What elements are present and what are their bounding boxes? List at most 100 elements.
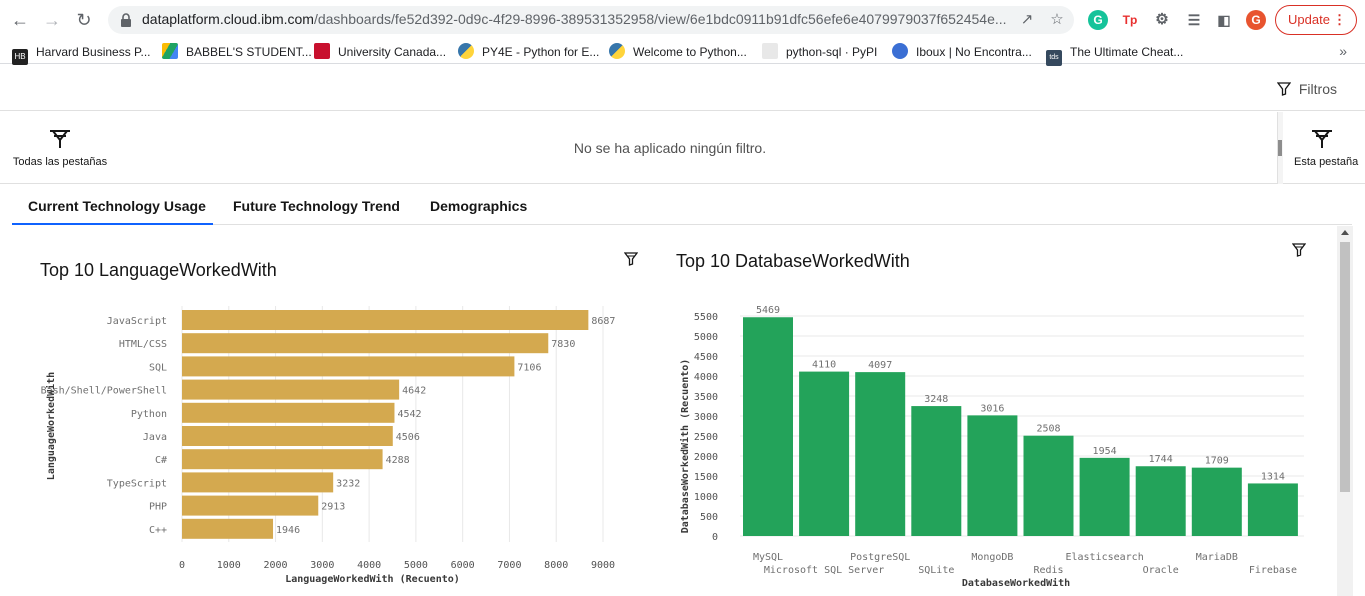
bookmark-label: BABBEL'S STUDENT... [186,45,312,59]
bar [799,371,850,536]
data-label: 7830 [551,339,575,350]
lock-icon [121,13,131,27]
data-label: 7106 [517,362,541,373]
x-tick-label: Redis [1033,565,1063,576]
all-tabs-label: Todas las pestañas [12,156,108,168]
y-tick-label: Bash/Shell/PowerShell [41,386,167,397]
data-label: 1314 [1261,471,1285,482]
data-label: 5469 [756,305,780,316]
bar [182,472,334,493]
forward-arrow-icon[interactable]: → [40,8,64,32]
y-tick-label: 3000 [694,412,718,423]
x-tick-label: 3000 [310,560,334,571]
bar [182,333,549,354]
filter-strip: Todas las pestañas No se ha aplicado nin… [0,112,1365,184]
this-tab-label: Esta pestaña [1294,156,1359,168]
bar [182,518,274,539]
y-tick-label: Java [143,432,167,443]
back-arrow-icon[interactable]: ← [8,8,32,32]
puzzle-extensions-icon[interactable]: ⚙ [1152,10,1172,30]
bar [182,356,515,377]
url-path: /dashboards/fe52d392-0d9c-4f29-8996-3895… [313,11,1007,27]
data-label: 2913 [321,502,345,513]
y-tick-label: C++ [149,525,167,536]
bookmark-label: python-sql · PyPI [786,45,878,59]
side-panel-icon[interactable]: ◧ [1214,10,1234,30]
vertical-scrollbar[interactable] [1337,226,1353,596]
no-filter-message: No se ha aplicado ningún filtro. [573,140,767,156]
scroll-up-arrow-icon[interactable] [1341,230,1349,235]
filter-icon [1276,82,1291,96]
x-tick-label: Elasticsearch [1065,552,1143,563]
bar [1135,466,1186,536]
bar [182,379,400,400]
tp-extension-icon[interactable]: Tp [1120,10,1140,30]
bookmark-item[interactable]: University Canada... [314,43,446,61]
y-tick-label: 0 [712,532,718,543]
database-bar-chart: 0 500 1000 1500 2000 2500 3000 3500 4000 4500 5000… [679,305,1304,589]
tab-demographics[interactable]: Demographics [430,198,527,214]
share-icon[interactable]: ↗ [1018,11,1036,29]
update-button[interactable]: Update ⋮ [1275,5,1357,35]
bar [911,406,962,536]
bar [182,449,383,470]
bookmark-item[interactable]: BABBEL'S STUDENT... [162,43,312,61]
data-label: 3016 [980,403,1004,414]
bookmark-label: Harvard Business P... [36,45,151,59]
bookmark-item[interactable]: PY4E - Python for E... [458,43,599,61]
y-tick-label: PHP [149,502,167,513]
data-label: 4288 [386,455,410,466]
media-queue-icon[interactable]: ☰ [1184,10,1204,30]
x-tick-label: 7000 [497,560,521,571]
bookmark-item[interactable]: HB Harvard Business P... [12,43,151,65]
bookmark-item[interactable]: Welcome to Python... [609,43,747,61]
grammarly-icon[interactable]: G [1088,10,1108,30]
y-tick-label: TypeScript [107,478,167,489]
bookmark-item[interactable]: python-sql · PyPI [762,43,877,61]
bar [743,317,793,536]
filters-button[interactable]: Filtros [1276,81,1337,97]
y-tick-label: 1000 [694,492,718,503]
data-label: 4110 [812,360,836,371]
data-label: 1709 [1205,456,1229,467]
reload-icon[interactable]: ↻ [72,8,96,32]
bookmark-label: The Ultimate Cheat... [1070,45,1184,59]
bookmark-item[interactable]: Iboux | No Encontra... [892,43,1032,61]
tab-future-technology-trend[interactable]: Future Technology Trend [233,198,400,214]
profile-avatar[interactable]: G [1246,10,1266,30]
this-tab-filter-drop[interactable]: Esta pestaña [1294,128,1365,168]
data-label: 4542 [397,409,421,420]
bar [182,310,589,330]
pypi-icon [762,43,778,59]
data-label: 2508 [1036,424,1060,435]
tab-current-technology-usage[interactable]: Current Technology Usage [28,198,206,214]
database-chart-panel[interactable]: Top 10 DatabaseWorkedWith 0 500 1000 1500 20… [652,226,1337,596]
data-label: 3232 [336,478,360,489]
ucw-icon [314,43,330,59]
y-tick-label: 2000 [694,452,718,463]
url-host: dataplatform.cloud.ibm.com [142,11,314,27]
more-bookmarks-icon[interactable]: » [1339,43,1347,59]
address-bar[interactable]: dataplatform.cloud.ibm.com/dashboards/fe… [108,6,1074,34]
dashboard-header: Filtros [0,70,1365,111]
bookmark-item[interactable]: tds The Ultimate Cheat... [1046,43,1184,66]
x-tick-label: 0 [179,560,185,571]
y-tick-label: 5500 [694,312,718,323]
x-axis-title: DatabaseWorkedWith [962,577,1070,589]
all-tabs-filter-drop[interactable]: Todas las pestañas [10,128,110,168]
bar [182,426,393,446]
x-tick-label: 4000 [357,560,381,571]
x-tick-label: 2000 [264,560,288,571]
y-tick-label: SQL [149,362,167,373]
x-tick-label: MySQL [753,552,783,563]
bar [967,415,1018,536]
bookmark-label: PY4E - Python for E... [482,45,600,59]
scrollbar-thumb[interactable] [1340,242,1350,492]
splitter-grip-icon[interactable] [1278,140,1282,156]
y-tick-label: 4500 [694,352,718,363]
language-chart-panel[interactable]: Top 10 LanguageWorkedWith 0 1000 2000 3000 4… [12,226,652,596]
y-tick-label: 3500 [694,392,718,403]
star-icon[interactable]: ☆ [1048,11,1066,29]
data-label: 1946 [276,525,300,536]
x-tick-label: MariaDB [1196,552,1238,563]
